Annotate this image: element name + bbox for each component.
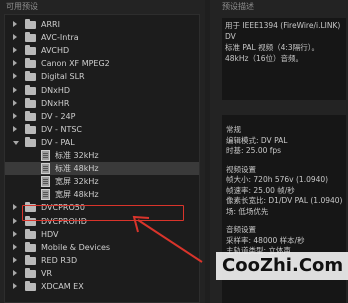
chevron-right-icon[interactable]	[13, 283, 17, 289]
folder-icon	[25, 97, 36, 108]
audio-settings-title: 音频设置	[226, 225, 256, 234]
tree-item-label: DNxHD	[41, 85, 71, 95]
chevron-right-icon[interactable]	[13, 269, 17, 276]
preset-folder-item[interactable]: DV - 24P	[5, 110, 199, 123]
preset-folder-item[interactable]: VR	[5, 267, 199, 280]
description-line: 用于 IEEE1394 (FireWire/i.LINK) DV	[225, 21, 341, 41]
sample-rate: 采样率: 48000 样本/秒	[226, 235, 305, 245]
chevron-right-icon[interactable]	[13, 230, 17, 237]
frame-size: 帧大小: 720h 576v (1.0940)	[226, 175, 329, 184]
tree-item-label: DNxHR	[41, 98, 70, 108]
preset-folder-item[interactable]: DNxHR	[5, 97, 199, 110]
tree-item-label: 标准 48kHz	[55, 164, 99, 174]
watermark: CooZhi.Com	[216, 252, 348, 280]
folder-icon	[25, 267, 36, 278]
tree-item-label: AVC-Intra	[41, 33, 79, 43]
frame-rate: 帧速率: 25.00 帧/秒	[226, 185, 295, 195]
folder-icon	[25, 241, 36, 252]
tree-item-label: 宽屏 48kHz	[55, 190, 99, 200]
preset-folder-item[interactable]: DV - PAL	[5, 136, 199, 149]
chevron-right-icon[interactable]	[13, 60, 17, 67]
available-presets-panel: 可用预设 ARRI AVC-Intra AVCHD Canon XF MPEG2 Dig…	[0, 0, 205, 303]
folder-icon	[25, 228, 36, 239]
folder-icon	[25, 71, 36, 82]
field-order: 场: 低场优先	[226, 206, 269, 216]
chevron-right-icon[interactable]	[13, 34, 17, 41]
preset-file-icon	[41, 176, 50, 188]
preset-folder-item[interactable]: DNxHD	[5, 84, 199, 97]
preset-file-icon	[41, 150, 50, 161]
folder-icon	[25, 84, 36, 95]
chevron-right-icon[interactable]	[13, 112, 17, 119]
timebase: 时基: 25.00 fps	[226, 146, 282, 155]
chevron-right-icon[interactable]	[13, 256, 17, 263]
tree-item-label: Canon XF MPEG2	[41, 59, 110, 69]
tree-item-label: DV - 24P	[41, 111, 76, 121]
general-title: 常规	[226, 125, 241, 134]
pixel-aspect-ratio: 像素长宽比: D1/DV PAL (1.0940)	[226, 196, 343, 205]
description-line: 48kHz（16位）音频。	[225, 54, 304, 63]
preset-folder-item[interactable]: Digital SLR	[5, 70, 199, 83]
preset-file-item[interactable]: 宽屏 32kHz	[5, 175, 199, 188]
folder-icon	[25, 136, 36, 147]
chevron-right-icon[interactable]	[13, 243, 17, 250]
chevron-right-icon[interactable]	[13, 125, 17, 132]
folder-icon	[25, 45, 36, 56]
tree-item-label: VR	[41, 268, 53, 278]
chevron-right-icon[interactable]	[13, 21, 17, 27]
chevron-down-icon[interactable]	[13, 140, 19, 145]
preset-folder-item[interactable]: DV - NTSC	[5, 123, 199, 136]
tree-item-label: XDCAM EX	[41, 282, 84, 291]
chevron-right-icon[interactable]	[13, 204, 17, 211]
tree-item-label: ARRI	[41, 20, 60, 29]
video-settings-title: 视频设置	[226, 164, 256, 174]
preset-description-header: 预设描述	[222, 2, 254, 11]
folder-icon	[25, 254, 36, 265]
folder-icon	[25, 281, 36, 291]
preset-description-text: 用于 IEEE1394 (FireWire/i.LINK) DV 标准 PAL …	[222, 18, 346, 100]
tree-item-label: RED R3D	[41, 255, 78, 265]
tree-item-label: Digital SLR	[41, 72, 85, 82]
tree-item-label: Mobile & Devices	[41, 242, 111, 252]
tree-item-label: DV - PAL	[41, 137, 75, 147]
preset-folder-item[interactable]: Canon XF MPEG2	[5, 57, 199, 70]
preset-folder-item[interactable]: XDCAM EX	[5, 280, 199, 293]
chevron-right-icon[interactable]	[13, 86, 17, 93]
chevron-right-icon[interactable]	[13, 217, 17, 224]
edit-mode: 编辑模式: DV PAL	[226, 135, 288, 145]
folder-icon	[25, 32, 36, 43]
description-line: 标准 PAL 视频（4:3隔行）。	[225, 43, 319, 52]
preset-folder-item[interactable]: AVCHD	[5, 44, 199, 57]
chevron-right-icon[interactable]	[13, 73, 17, 80]
preset-file-item[interactable]: 标准 48kHz	[5, 162, 199, 176]
preset-file-icon	[41, 189, 50, 201]
tree-item-label: DV - NTSC	[41, 124, 82, 134]
folder-icon	[25, 19, 36, 29]
folder-icon	[25, 123, 36, 134]
preset-file-item[interactable]: 宽屏 48kHz	[5, 188, 199, 201]
folder-icon	[25, 110, 36, 121]
preset-folder-item[interactable]: ARRI	[5, 18, 199, 31]
preset-folder-item[interactable]: AVC-Intra	[5, 31, 199, 44]
preset-file-item[interactable]: 标准 32kHz	[5, 149, 199, 162]
red-annotation-arrow	[132, 215, 203, 263]
tree-item-label: 宽屏 32kHz	[55, 177, 99, 187]
chevron-right-icon[interactable]	[13, 99, 17, 106]
available-presets-header: 可用预设	[6, 2, 38, 11]
chevron-right-icon[interactable]	[13, 47, 17, 54]
tree-item-label: 标准 32kHz	[55, 151, 99, 160]
folder-icon	[25, 58, 36, 69]
tree-item-label: HDV	[41, 229, 59, 239]
preset-file-icon	[41, 163, 50, 175]
tree-item-label: AVCHD	[41, 46, 70, 56]
